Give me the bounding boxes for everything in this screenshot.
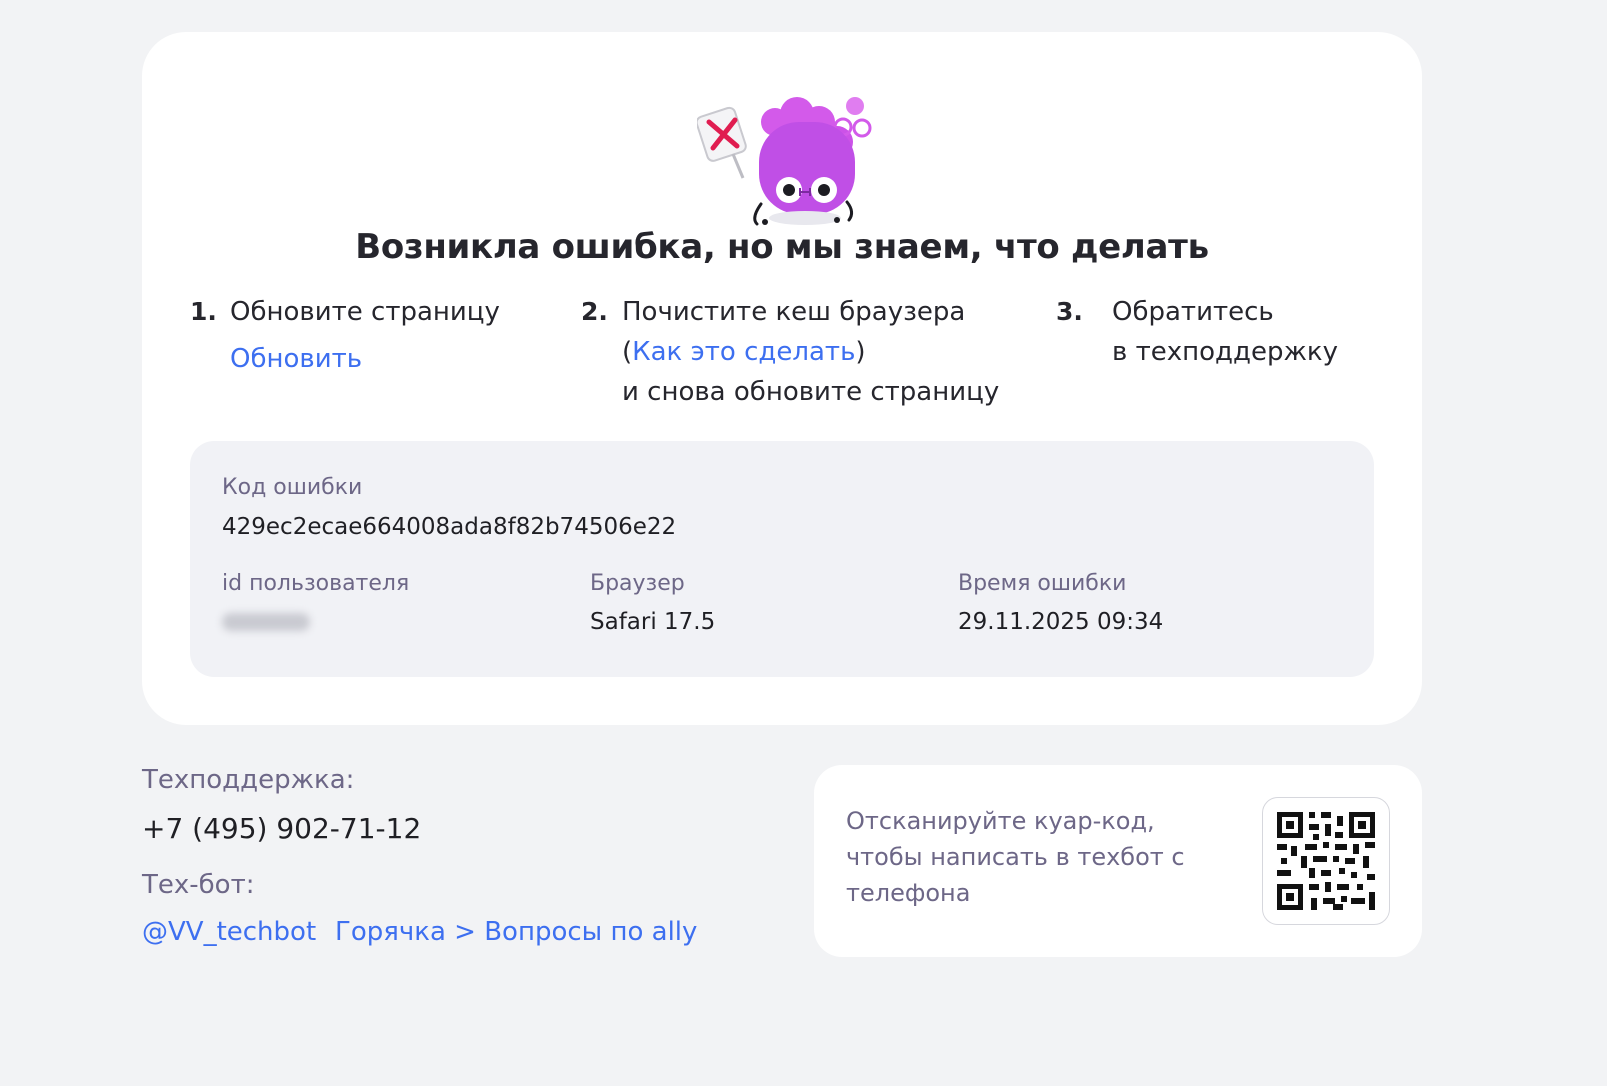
user-id-label: id пользователя: [222, 571, 410, 596]
step-text: Обратитесь: [1112, 297, 1274, 327]
qr-code-icon: [1262, 797, 1390, 925]
qr-instruction: Отсканируйте куар-код, чтобы написать в …: [846, 807, 1185, 907]
user-id-value-blurred: [222, 613, 310, 631]
step-number: 1.: [190, 297, 217, 326]
error-code-label: Код ошибки: [222, 475, 363, 500]
techbot-link[interactable]: @VV_techbot: [142, 917, 316, 947]
refresh-link[interactable]: Обновить: [230, 344, 362, 374]
support-label: Техподдержка:: [142, 765, 355, 795]
how-to-link[interactable]: Как это сделать: [632, 337, 855, 367]
step-text: Почистите кеш браузера: [622, 297, 966, 327]
step-number: 2.: [581, 297, 608, 326]
chat-link[interactable]: Горячка > Вопросы по ally: [335, 917, 697, 947]
step-number: 3.: [1056, 297, 1083, 326]
techbot-label: Тех-бот:: [142, 870, 255, 900]
step-text: и снова обновите страницу: [622, 377, 1000, 407]
cross-sign-icon: [695, 106, 747, 179]
error-time-label: Время ошибки: [958, 571, 1127, 596]
page-title: Возникла ошибка, но мы знаем, что делать: [355, 227, 1209, 267]
browser-label: Браузер: [590, 571, 685, 596]
paren-open: (: [622, 337, 633, 367]
error-time-value: 29.11.2025 09:34: [958, 609, 1164, 635]
error-mascot-icon: [695, 82, 887, 242]
error-card: Возникла ошибка, но мы знаем, что делать…: [142, 32, 1422, 725]
support-phone[interactable]: +7 (495) 902-71-12: [142, 812, 421, 845]
error-code-value: 429ec2ecae664008ada8f82b74506e22: [222, 514, 677, 540]
error-info-panel: Код ошибки 429ec2ecae664008ada8f82b74506…: [190, 441, 1374, 677]
paren-close: ): [855, 337, 866, 367]
qr-card: Отсканируйте куар-код, чтобы написать в …: [814, 765, 1422, 957]
step-text: Обновите страницу: [230, 297, 500, 327]
step-text: в техподдержку: [1112, 337, 1338, 367]
browser-value: Safari 17.5: [590, 609, 716, 635]
